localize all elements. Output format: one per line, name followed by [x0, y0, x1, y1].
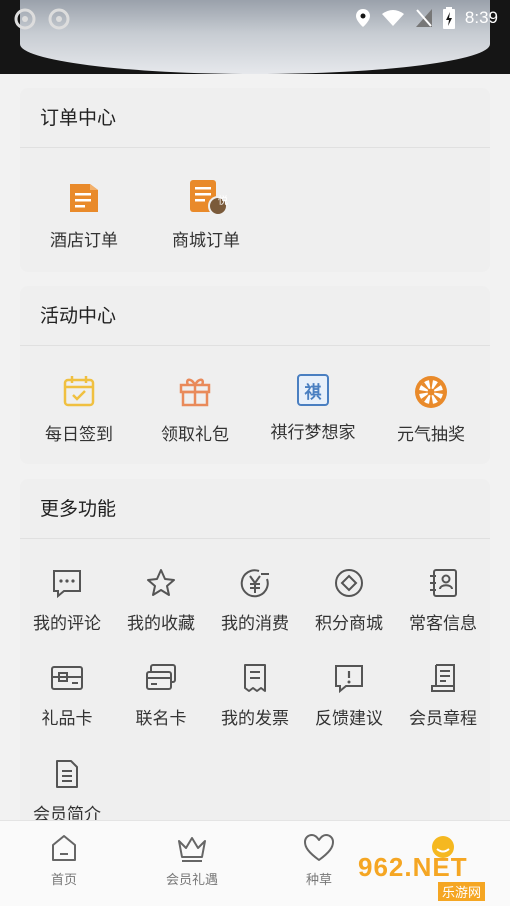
- contact-card-icon: [430, 569, 457, 597]
- order-center-card: 订单中心 酒店订单 悦 商城订单: [20, 88, 490, 272]
- tab-member-benefits[interactable]: 会员礼遇: [142, 833, 242, 888]
- gift-icon: [179, 378, 211, 407]
- member-intro-button[interactable]: 会员简介: [24, 758, 110, 825]
- app-notification-icon: [48, 8, 70, 30]
- heart-icon: [304, 834, 334, 861]
- mall-order-badge: 悦: [218, 196, 228, 207]
- tab-member-benefits-label: 会员礼遇: [165, 873, 218, 888]
- wifi-icon: [381, 10, 404, 26]
- lottery-button[interactable]: 元气抽奖: [386, 374, 476, 445]
- co-brand-card-label: 联名卡: [135, 709, 187, 729]
- feedback-button[interactable]: 反馈建议: [306, 662, 392, 729]
- gift-card-icon: [51, 666, 83, 690]
- star-icon: [147, 569, 175, 596]
- no-signal-icon: [415, 9, 432, 27]
- activity-center-card: 活动中心 每日签到 领取礼包 祺 祺行梦想家 元气抽奖: [20, 286, 490, 464]
- yen-icon: [240, 569, 269, 598]
- credit-card-icon: [146, 664, 176, 690]
- activity-center-title: 活动中心: [20, 286, 490, 346]
- daily-checkin-button[interactable]: 每日签到: [34, 374, 124, 445]
- crown-icon: [178, 837, 206, 862]
- hotel-order-label: 酒店订单: [50, 231, 118, 251]
- points-mall-button[interactable]: 积分商城: [306, 567, 392, 634]
- battery-charging-icon: [442, 7, 455, 29]
- frequent-guest-button[interactable]: 常客信息: [400, 567, 486, 634]
- claim-gift-label: 领取礼包: [161, 425, 229, 445]
- points-mall-label: 积分商城: [315, 614, 383, 634]
- daily-checkin-label: 每日签到: [45, 425, 113, 445]
- member-rules-button[interactable]: 会员章程: [400, 662, 486, 729]
- site-watermark: 962.NET 乐游网: [358, 836, 504, 901]
- scroll-icon: [431, 664, 455, 692]
- watermark-text-top: 962.NET: [358, 852, 468, 882]
- lottery-label: 元气抽奖: [397, 425, 465, 445]
- member-rules-label: 会员章程: [409, 709, 477, 729]
- gift-card-label: 礼品卡: [41, 709, 93, 729]
- status-bar-left: [14, 8, 70, 30]
- frequent-guest-label: 常客信息: [409, 614, 477, 634]
- status-time: 8:39: [464, 8, 498, 27]
- my-favorites-button[interactable]: 我的收藏: [118, 567, 204, 634]
- tab-home[interactable]: 首页: [14, 833, 114, 888]
- qi-dreamer-label: 祺行梦想家: [270, 423, 356, 443]
- qi-icon: 祺: [297, 374, 329, 406]
- my-spending-label: 我的消费: [221, 614, 289, 634]
- tab-recommend-label: 种草: [305, 873, 332, 888]
- tab-recommend[interactable]: 种草: [269, 833, 369, 888]
- feedback-label: 反馈建议: [315, 709, 383, 729]
- lottery-wheel-icon: [415, 376, 447, 408]
- document-icon: [56, 760, 78, 788]
- more-functions-title: 更多功能: [20, 479, 490, 539]
- my-spending-button[interactable]: 我的消费: [212, 567, 298, 634]
- points-icon: [335, 569, 363, 597]
- my-comments-label: 我的评论: [33, 614, 101, 634]
- watermark-text-bottom: 乐游网: [438, 882, 486, 901]
- order-center-title: 订单中心: [20, 88, 490, 148]
- co-brand-card-button[interactable]: 联名卡: [118, 662, 204, 729]
- hotel-order-button[interactable]: 酒店订单: [42, 176, 126, 251]
- invoice-icon: [244, 664, 266, 692]
- my-invoice-label: 我的发票: [221, 709, 289, 729]
- my-comments-button[interactable]: 我的评论: [24, 567, 110, 634]
- my-invoice-button[interactable]: 我的发票: [212, 662, 298, 729]
- qi-dreamer-button[interactable]: 祺 祺行梦想家: [258, 374, 368, 443]
- home-icon: [52, 835, 76, 861]
- comment-icon: [53, 570, 81, 599]
- hotel-order-icon: [70, 184, 98, 212]
- tab-home-label: 首页: [50, 873, 77, 888]
- mall-order-label: 商城订单: [172, 231, 240, 251]
- claim-gift-button[interactable]: 领取礼包: [150, 374, 240, 445]
- my-favorites-label: 我的收藏: [127, 614, 195, 634]
- gift-card-button[interactable]: 礼品卡: [24, 662, 110, 729]
- qi-glyph: 祺: [304, 382, 322, 403]
- status-bar-right: 8:39: [355, 7, 498, 29]
- calendar-check-icon: [63, 376, 95, 407]
- feedback-icon: [335, 665, 363, 694]
- mall-order-button[interactable]: 悦 商城订单: [164, 176, 248, 251]
- more-functions-card: 更多功能 我的评论 我的收藏 我的消费 积分商城 常客信息 礼品卡 联名卡 我的…: [20, 479, 490, 839]
- location-icon: [355, 9, 370, 27]
- app-notification-icon: [14, 8, 36, 30]
